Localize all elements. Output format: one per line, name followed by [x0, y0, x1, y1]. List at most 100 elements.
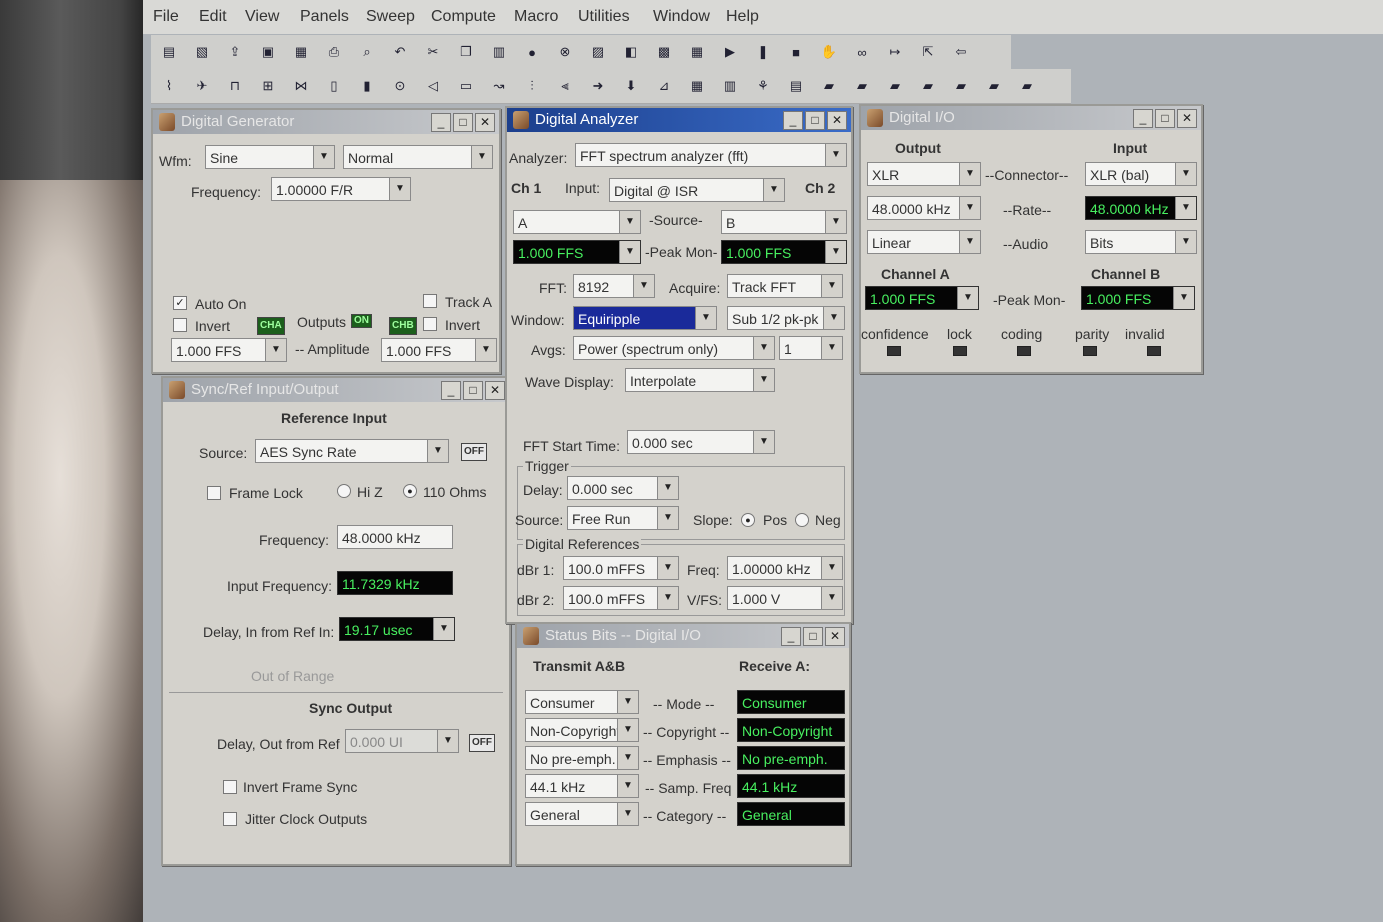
graph-icon[interactable]: ▨ [588, 42, 608, 62]
title-bar[interactable]: Digital I/O _ □ ✕ [861, 106, 1201, 130]
ref-off-toggle[interactable]: OFF [461, 443, 487, 461]
macro-icon[interactable]: ▦ [687, 42, 707, 62]
menu-window[interactable]: Window [653, 8, 710, 26]
close-button[interactable]: ✕ [827, 111, 847, 130]
dbr2-field[interactable]: 100.0 mFFS [563, 586, 679, 610]
minimize-button[interactable]: _ [781, 627, 801, 646]
menu-view[interactable]: View [245, 8, 279, 26]
input-rate-readout[interactable]: 48.0000 kHz [1085, 196, 1197, 220]
title-bar[interactable]: Digital Generator _ □ ✕ [153, 110, 499, 134]
tx-mode-select[interactable]: Consumer [525, 690, 639, 714]
export-icon[interactable]: ⇱ [918, 42, 938, 62]
title-bar[interactable]: Status Bits -- Digital I/O _ □ ✕ [517, 624, 849, 648]
print-preview-icon[interactable]: ⌕ [357, 42, 377, 62]
tx-copyright-select[interactable]: Non-Copyright [525, 718, 639, 742]
trigger-source-select[interactable]: Free Run [567, 506, 679, 530]
minimize-button[interactable]: _ [783, 111, 803, 130]
panel-icon[interactable]: ▩ [654, 42, 674, 62]
print-icon[interactable]: ⎙ [324, 42, 344, 62]
tx-category-select[interactable]: General [525, 802, 639, 826]
ref-source-select[interactable]: AES Sync Rate [255, 439, 449, 463]
menu-utilities[interactable]: Utilities [578, 8, 630, 26]
scope2-icon[interactable]: ▰ [852, 76, 872, 96]
averaging-select[interactable]: Power (spectrum only) [573, 336, 775, 360]
meter-icon[interactable]: ⊓ [225, 76, 245, 96]
tx-samp-freq-select[interactable]: 44.1 kHz [525, 774, 639, 798]
analyzer-select[interactable]: FFT spectrum analyzer (fft) [575, 143, 847, 167]
bars-icon[interactable]: ▮ [357, 76, 377, 96]
averages-count-select[interactable]: 1 [779, 336, 843, 360]
source-b-select[interactable]: B [721, 210, 847, 234]
stop-icon[interactable]: ⊗ [555, 42, 575, 62]
ref-freq-field[interactable]: 1.00000 kHz [727, 556, 843, 580]
invert-a-checkbox[interactable] [173, 318, 187, 332]
delay-out-field[interactable]: 0.000 UI [345, 729, 459, 753]
minimize-button[interactable]: _ [441, 381, 461, 400]
channel-b-toggle[interactable]: CHB [389, 317, 417, 335]
maximize-button[interactable]: □ [453, 113, 473, 132]
tools-icon[interactable]: ◧ [621, 42, 641, 62]
delay-in-field[interactable]: 19.17 usec [339, 617, 455, 641]
frame-lock-checkbox[interactable] [207, 486, 221, 500]
clock-icon[interactable]: ⊙ [390, 76, 410, 96]
wave-icon[interactable]: ↝ [489, 76, 509, 96]
maximize-button[interactable]: □ [1155, 109, 1175, 128]
auto-on-checkbox[interactable]: ✓ [173, 296, 187, 310]
slope-pos-radio[interactable]: ● [741, 513, 755, 527]
cut-icon[interactable]: ✂ [423, 42, 443, 62]
menu-macro[interactable]: Macro [514, 8, 558, 26]
close-button[interactable]: ✕ [485, 381, 505, 400]
save-all-icon[interactable]: ▦ [291, 42, 311, 62]
track-a-checkbox[interactable] [423, 294, 437, 308]
undo-icon[interactable]: ↶ [390, 42, 410, 62]
peak-mon-b-readout[interactable]: 1.000 FFS [721, 240, 847, 264]
window-mode-select[interactable]: Sub 1/2 pk-pk [727, 306, 845, 330]
maximize-button[interactable]: □ [805, 111, 825, 130]
stop-square-icon[interactable]: ■ [786, 42, 806, 62]
invert-b-checkbox[interactable] [423, 317, 437, 331]
sync-out-off-toggle[interactable]: OFF [469, 734, 495, 752]
sweep-icon[interactable]: ✈ [192, 76, 212, 96]
scope5-icon[interactable]: ▰ [951, 76, 971, 96]
maximize-button[interactable]: □ [463, 381, 483, 400]
binoculars-icon[interactable]: ∞ [852, 42, 872, 62]
acquire-select[interactable]: Track FFT [727, 274, 843, 298]
peak-mon-b-readout[interactable]: 1.000 FFS [1081, 286, 1195, 310]
menu-edit[interactable]: Edit [199, 8, 227, 26]
minimize-button[interactable]: _ [431, 113, 451, 132]
hand-icon[interactable]: ✋ [819, 42, 839, 62]
scope3-icon[interactable]: ▰ [885, 76, 905, 96]
tree-icon[interactable]: ⚘ [753, 76, 773, 96]
output-audio-select[interactable]: Linear [867, 230, 981, 254]
amplitude-b-field[interactable]: 1.000 FFS [381, 338, 497, 362]
tx-emphasis-select[interactable]: No pre-emph. [525, 746, 639, 770]
jitter-clock-checkbox[interactable] [223, 812, 237, 826]
table-icon[interactable]: ▦ [687, 76, 707, 96]
close-button[interactable]: ✕ [475, 113, 495, 132]
paste-icon[interactable]: ▥ [489, 42, 509, 62]
hiz-radio[interactable] [337, 484, 351, 498]
go-icon[interactable]: ● [522, 42, 542, 62]
title-bar[interactable]: Digital Analyzer _ □ ✕ [507, 108, 851, 132]
invert-frame-sync-checkbox[interactable] [223, 780, 237, 794]
waveform-icon[interactable]: ⋈ [291, 76, 311, 96]
bargraph-icon[interactable]: ▥ [720, 76, 740, 96]
back-icon[interactable]: ⇦ [951, 42, 971, 62]
frequency-field[interactable]: 1.00000 F/R [271, 177, 411, 201]
dbr1-field[interactable]: 100.0 mFFS [563, 556, 679, 580]
analyzer-icon[interactable]: ⊞ [258, 76, 278, 96]
outputs-toggle[interactable]: ON [351, 314, 372, 328]
arrow-right-icon[interactable]: ➜ [588, 76, 608, 96]
bal-icon[interactable]: ⫷ [555, 76, 575, 96]
import-icon[interactable]: ⇪ [225, 42, 245, 62]
peak-mon-a-readout[interactable]: 1.000 FFS [513, 240, 641, 264]
play-icon[interactable]: ▶ [720, 42, 740, 62]
menu-sweep[interactable]: Sweep [366, 8, 415, 26]
menu-panels[interactable]: Panels [300, 8, 349, 26]
filter-icon[interactable]: ▯ [324, 76, 344, 96]
scope1-icon[interactable]: ▰ [819, 76, 839, 96]
input-select[interactable]: Digital @ ISR [609, 178, 785, 202]
input-audio-select[interactable]: Bits [1085, 230, 1197, 254]
waveform-select[interactable]: Sine [205, 145, 335, 169]
dcx-icon[interactable]: ▭ [456, 76, 476, 96]
